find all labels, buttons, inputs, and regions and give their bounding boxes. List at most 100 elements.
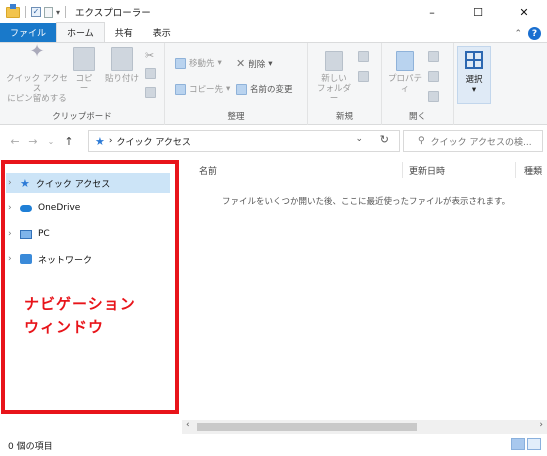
cut-button[interactable]: ✂: [145, 49, 154, 62]
column-header-type[interactable]: 種類: [524, 164, 542, 177]
scissors-icon: ✂: [145, 49, 155, 62]
quick-access-toolbar: ✓ ▾ エクスプローラー: [0, 3, 151, 19]
tab-file[interactable]: ファイル: [0, 23, 57, 42]
properties-label: プロパティ: [387, 74, 422, 94]
pin-quick-access-button[interactable]: ✦ クイック アクセス にピン留めする: [6, 41, 68, 105]
window-title: エクスプローラー: [75, 8, 151, 19]
tab-home[interactable]: ホーム: [56, 22, 105, 42]
new-item-icon: [358, 51, 369, 62]
chevron-down-icon: ▾: [226, 84, 231, 94]
new-item-button[interactable]: [358, 51, 369, 62]
divider: [65, 6, 67, 18]
back-arrow-icon[interactable]: ←: [6, 135, 24, 148]
organize-group-label: 整理: [227, 112, 245, 122]
paste-shortcut-button[interactable]: [145, 87, 156, 98]
clipboard-group: ✦ クイック アクセス にピン留めする コピー 貼り付け ✂ クリップボード: [0, 43, 165, 125]
scroll-right-icon[interactable]: ›: [539, 420, 543, 430]
scrollbar-thumb[interactable]: [197, 423, 417, 431]
close-button[interactable]: ✕: [501, 0, 547, 24]
ribbon-options: ⌃ ?: [514, 27, 541, 40]
edit-button[interactable]: [428, 71, 439, 82]
paste-label: 貼り付け: [104, 74, 139, 84]
column-header-modified[interactable]: 更新日時: [409, 164, 445, 177]
title-bar: ✓ ▾ エクスプローラー – ☐ ✕: [0, 0, 547, 24]
item-count: 0 個の項目: [8, 441, 53, 452]
search-input[interactable]: ⚲ クイック アクセスの検...: [403, 130, 543, 152]
new-folder-icon[interactable]: [44, 6, 53, 18]
open-group-label: 開く: [408, 112, 426, 122]
move-to-icon: [175, 57, 186, 69]
folder-icon: [6, 3, 20, 18]
select-button[interactable]: 選択 ▾: [457, 46, 491, 104]
address-path: クイック アクセス: [116, 137, 191, 148]
status-bar: 0 個の項目: [0, 434, 547, 456]
customize-toolbar-icon[interactable]: ▾: [56, 8, 60, 17]
copy-button[interactable]: コピー: [72, 47, 96, 94]
content-pane: 名前 更新日時 種類 ファイルをいくつか開いた後、ここに最近使ったファイルが表示…: [182, 158, 547, 420]
navigation-pane: › ★ クイック アクセス › OneDrive › PC › ネットワーク ナ…: [0, 158, 180, 426]
easy-access-icon: [358, 71, 369, 82]
new-group: 新しい フォルダー 新規: [308, 43, 382, 125]
chevron-down-icon: ▾: [471, 85, 477, 95]
rename-button[interactable]: 名前の変更: [236, 83, 293, 95]
refresh-icon[interactable]: ↻: [380, 133, 389, 146]
paste-icon: [111, 47, 133, 71]
chevron-down-icon: ▾: [268, 58, 273, 69]
annotation-highlight-box: [1, 160, 179, 414]
open-icon: [428, 51, 439, 62]
large-icons-view-icon[interactable]: [527, 438, 541, 450]
help-icon[interactable]: ?: [528, 27, 541, 40]
delete-button[interactable]: ✕ 削除 ▾: [236, 57, 273, 70]
open-button[interactable]: [428, 51, 439, 62]
ribbon: ✦ クイック アクセス にピン留めする コピー 貼り付け ✂ クリップボード 移…: [0, 43, 547, 125]
scroll-left-icon[interactable]: ‹: [186, 420, 190, 430]
ribbon-collapse-icon[interactable]: ⌃: [514, 29, 522, 39]
recent-locations-icon[interactable]: ⌄: [42, 137, 60, 146]
tab-share[interactable]: 共有: [105, 23, 143, 42]
delete-label: 削除: [248, 59, 266, 70]
details-view-icon[interactable]: [511, 438, 525, 450]
ribbon-tabs: ファイル ホーム 共有 表示 ⌃ ?: [0, 22, 547, 43]
annotation-text: ナビゲーション ウィンドウ: [24, 293, 136, 339]
address-dropdown-icon[interactable]: ⌄: [355, 134, 363, 144]
search-icon: ⚲: [418, 136, 425, 146]
new-folder-button[interactable]: 新しい フォルダー: [314, 51, 354, 104]
delete-icon: ✕: [236, 57, 246, 70]
view-toggle: [511, 438, 541, 450]
horizontal-scrollbar[interactable]: ‹ ›: [182, 420, 547, 434]
divider: [25, 6, 26, 18]
forward-arrow-icon[interactable]: →: [24, 135, 42, 148]
minimize-button[interactable]: –: [409, 0, 455, 24]
easy-access-button[interactable]: [358, 71, 369, 82]
search-placeholder: クイック アクセスの検...: [430, 137, 532, 148]
open-group: プロパティ 開く: [382, 43, 454, 125]
chevron-right-icon: ›: [108, 136, 113, 146]
empty-message: ファイルをいくつか開いた後、ここに最近使ったファイルが表示されます。: [222, 197, 511, 207]
star-icon: ★: [95, 134, 105, 148]
rename-label: 名前の変更: [250, 85, 293, 95]
history-icon: [428, 91, 439, 102]
clipboard-group-label: クリップボード: [52, 112, 112, 122]
column-divider[interactable]: [515, 162, 516, 178]
copy-path-button[interactable]: [145, 68, 156, 79]
move-to-label: 移動先: [189, 59, 215, 69]
copy-to-icon: [175, 83, 186, 95]
pin-label: クイック アクセス にピン留めする: [6, 74, 68, 104]
copy-icon: [73, 47, 95, 71]
paste-button[interactable]: 貼り付け: [104, 47, 140, 84]
move-to-button[interactable]: 移動先 ▾: [175, 57, 222, 69]
properties-button[interactable]: プロパティ: [386, 51, 424, 94]
organize-group: 移動先 ▾ コピー先 ▾ ✕ 削除 ▾ 名前の変更 整理: [165, 43, 308, 125]
chevron-down-icon: ▾: [217, 58, 222, 68]
column-header-name[interactable]: 名前: [199, 164, 217, 177]
column-divider[interactable]: [402, 162, 403, 178]
copy-to-label: コピー先: [189, 85, 224, 95]
properties-check-icon[interactable]: ✓: [31, 7, 41, 17]
pin-icon: ✦: [29, 41, 45, 62]
address-bar[interactable]: ★ › クイック アクセス ⌄ ↻: [88, 130, 400, 152]
copy-to-button[interactable]: コピー先 ▾: [175, 83, 230, 95]
tab-view[interactable]: 表示: [143, 23, 181, 42]
history-button[interactable]: [428, 91, 439, 102]
maximize-button[interactable]: ☐: [455, 0, 501, 24]
up-arrow-icon[interactable]: ↑: [60, 135, 78, 148]
